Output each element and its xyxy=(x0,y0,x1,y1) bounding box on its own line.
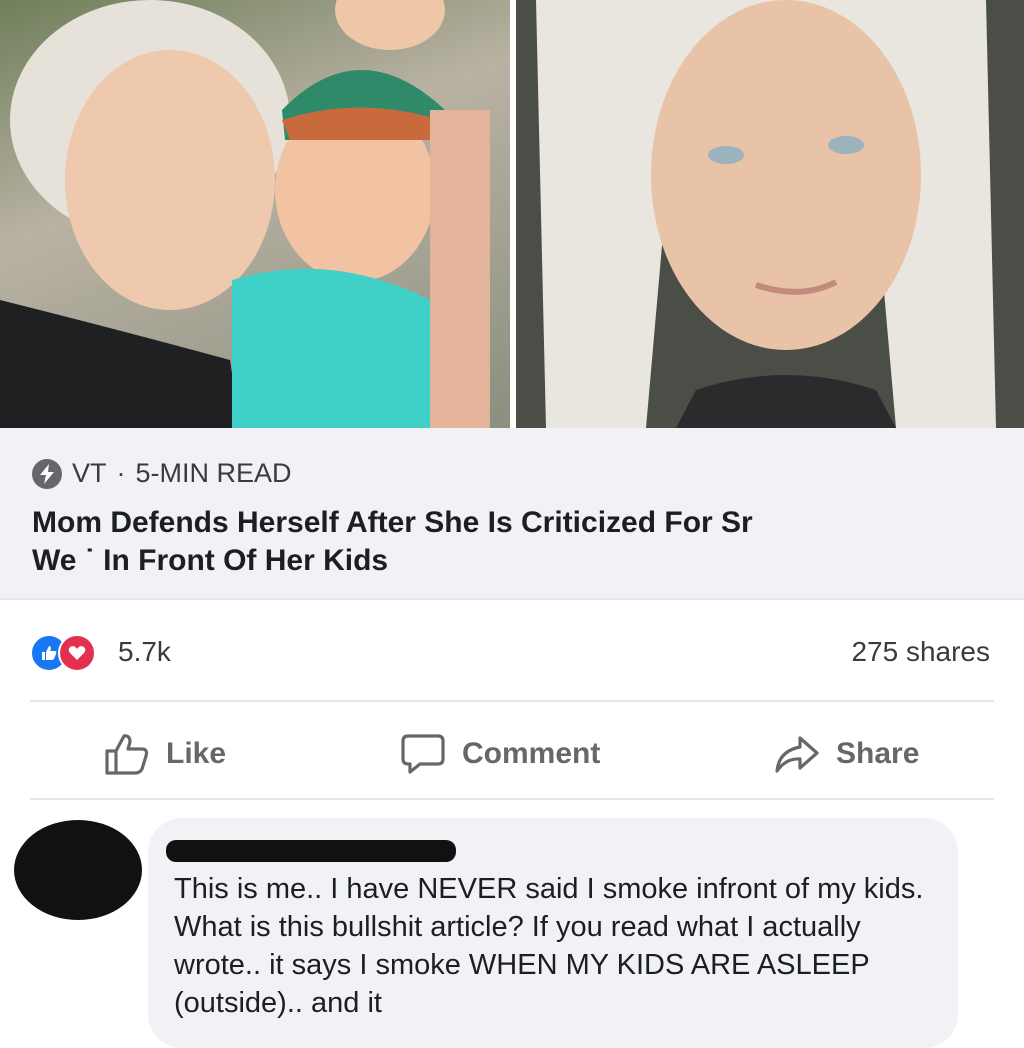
divider xyxy=(30,700,994,702)
comment-text: This is me.. I have NEVER said I smoke i… xyxy=(174,873,924,1019)
comment-label: Comment xyxy=(462,737,601,770)
share-arrow-icon xyxy=(775,736,819,773)
reaction-icons xyxy=(30,634,110,672)
share-button[interactable]: Share xyxy=(774,732,919,776)
comment-bubble[interactable]: This is me.. I have NEVER said I smoke i… xyxy=(148,818,958,1048)
headline-line-2: We ˙ In Front Of Her Kids xyxy=(32,544,389,577)
share-label: Share xyxy=(836,737,920,770)
redacted-author-name[interactable] xyxy=(166,840,456,862)
action-bar: Like Comment Share xyxy=(0,704,1024,798)
reaction-summary[interactable]: 5.7k 275 shares xyxy=(0,600,1024,700)
family-selfie-photo xyxy=(0,0,510,428)
headline-line-1: Mom Defends Herself After She Is Critici… xyxy=(32,506,753,539)
avatar[interactable] xyxy=(14,820,142,920)
link-preview-card[interactable]: VT · 5-MIN READ Mom Defends Herself Afte… xyxy=(0,428,1024,600)
speech-bubble-icon xyxy=(401,734,445,774)
reaction-count[interactable]: 5.7k xyxy=(118,636,171,668)
like-button[interactable]: Like xyxy=(104,732,226,776)
read-time: 5-MIN READ xyxy=(135,458,292,488)
thumbs-up-icon xyxy=(105,734,149,775)
woman-portrait-photo xyxy=(516,0,1024,428)
love-reaction-icon xyxy=(58,634,96,672)
like-label: Like xyxy=(166,737,227,770)
share-count[interactable]: 275 shares xyxy=(851,636,990,668)
source-name: VT xyxy=(72,458,107,488)
article-headline[interactable]: Mom Defends Herself After She Is Critici… xyxy=(32,504,972,580)
comment-button[interactable]: Comment xyxy=(400,732,600,776)
source-meta: VT · 5-MIN READ xyxy=(32,458,292,489)
link-preview-image[interactable] xyxy=(0,0,1024,428)
separator-dot: · xyxy=(116,458,126,488)
bolt-icon xyxy=(32,458,62,489)
divider xyxy=(30,798,994,800)
